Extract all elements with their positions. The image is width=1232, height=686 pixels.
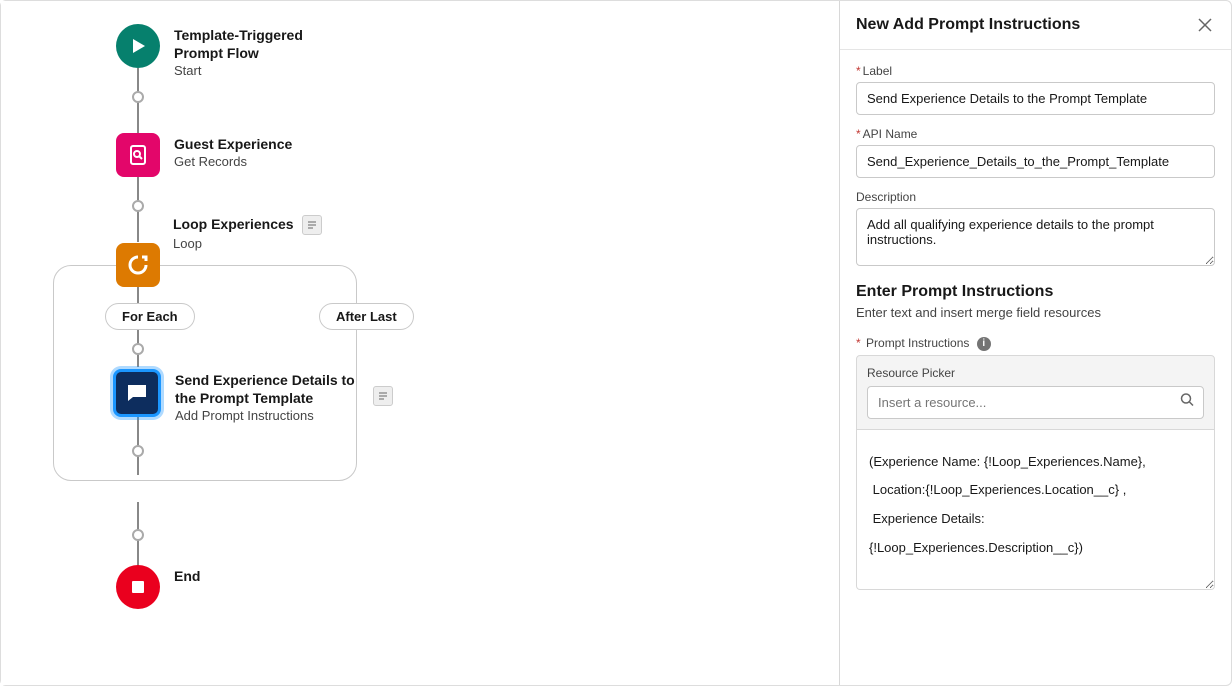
chat-icon <box>113 369 161 417</box>
memo-icon[interactable] <box>302 215 322 235</box>
records-subtitle: Get Records <box>174 154 292 169</box>
loop-subtitle: Loop <box>173 236 322 251</box>
end-title: End <box>174 567 200 585</box>
search-icon <box>1180 393 1194 412</box>
panel-title: New Add Prompt Instructions <box>856 16 1080 34</box>
stop-icon <box>116 565 160 609</box>
description-textarea[interactable] <box>856 208 1215 266</box>
label-field-label: Label <box>856 64 1215 78</box>
close-button[interactable] <box>1195 15 1215 35</box>
start-title: Template-Triggered Prompt Flow <box>174 26 354 62</box>
properties-panel: New Add Prompt Instructions Label API Na… <box>839 1 1231 685</box>
get-records-node[interactable]: Guest Experience Get Records <box>116 133 292 177</box>
for-each-pill: For Each <box>105 303 195 330</box>
end-node[interactable]: End <box>116 565 200 609</box>
prompt-instructions-label: Prompt Instructions i <box>856 336 1215 351</box>
start-node[interactable]: Template-Triggered Prompt Flow Start <box>116 24 354 78</box>
add-prompt-node[interactable]: Send Experience Details to the Prompt Te… <box>113 369 393 423</box>
info-icon[interactable]: i <box>977 337 991 351</box>
loop-icon <box>126 253 150 277</box>
section-desc: Enter text and insert merge field resour… <box>856 305 1215 320</box>
section-title: Enter Prompt Instructions <box>856 283 1215 301</box>
description-label: Description <box>856 190 1215 204</box>
close-icon <box>1198 18 1212 32</box>
records-title: Guest Experience <box>174 135 292 153</box>
clipboard-search-icon <box>116 133 160 177</box>
start-subtitle: Start <box>174 63 354 78</box>
after-last-pill: After Last <box>319 303 414 330</box>
label-input[interactable] <box>856 82 1215 115</box>
prompt-instructions-textarea[interactable] <box>856 430 1215 590</box>
api-name-input[interactable] <box>856 145 1215 178</box>
prompt-title: Send Experience Details to the Prompt Te… <box>175 371 355 407</box>
play-icon <box>116 24 160 68</box>
api-name-label: API Name <box>856 127 1215 141</box>
prompt-subtitle: Add Prompt Instructions <box>175 408 355 423</box>
loop-node[interactable] <box>116 243 160 287</box>
flow-canvas[interactable]: Template-Triggered Prompt Flow Start Gue… <box>1 1 839 685</box>
resource-picker-label: Resource Picker <box>867 366 1204 380</box>
resource-picker-input[interactable] <box>867 386 1204 419</box>
memo-icon[interactable] <box>373 386 393 406</box>
loop-title: Loop Experiences <box>173 216 294 232</box>
